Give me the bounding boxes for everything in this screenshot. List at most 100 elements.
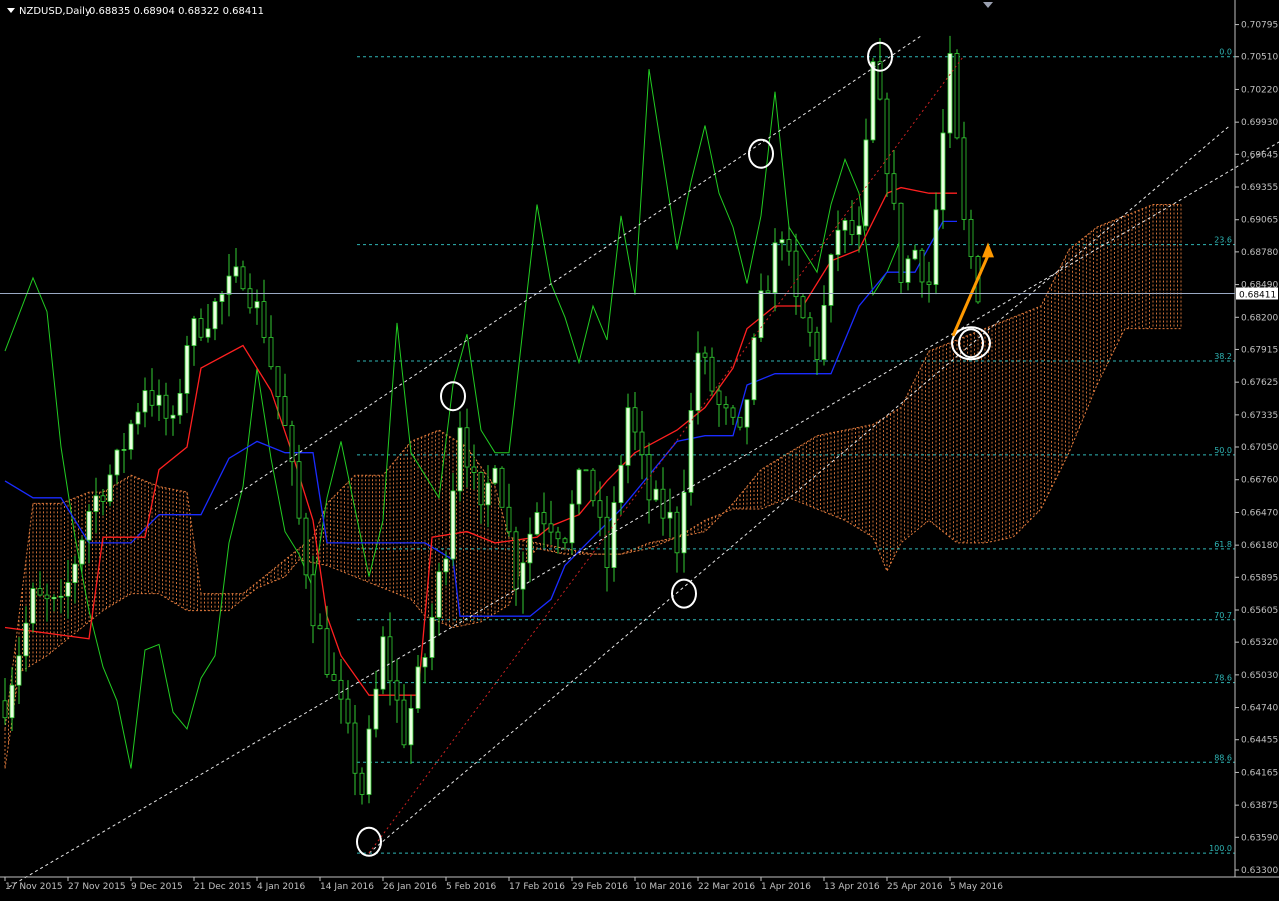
candle-body [667, 511, 673, 519]
candle-body [513, 531, 519, 590]
candle-body [65, 582, 71, 597]
candle-body [835, 229, 841, 256]
candle-body [359, 772, 365, 795]
candle-body [506, 506, 512, 533]
candle-body [366, 728, 372, 795]
candle-body [205, 328, 211, 338]
x-tick-label: 22 Mar 2016 [698, 882, 755, 892]
candle-body [436, 571, 442, 618]
candle-body [870, 61, 876, 141]
candle-body [324, 628, 330, 675]
x-tick-label: 21 Dec 2015 [194, 882, 252, 892]
candle-body [37, 588, 43, 596]
candle-body [576, 469, 582, 505]
y-tick-label: 0.66470 [1241, 508, 1278, 518]
candle-body [856, 225, 862, 235]
candle-body [793, 250, 799, 298]
candle-body [730, 407, 736, 418]
candle-body [611, 502, 617, 568]
x-tick-label: 5 Feb 2016 [446, 882, 497, 892]
candle-body [940, 132, 946, 211]
candle-body [884, 98, 890, 175]
candle-body [562, 538, 568, 544]
candle-body [58, 595, 64, 598]
fib-level-label: 38.2 [1214, 352, 1232, 361]
candle-body [618, 464, 624, 504]
y-tick-label: 0.64165 [1241, 768, 1278, 778]
candle-body [23, 622, 29, 657]
candle-body [800, 296, 806, 319]
x-tick-label: 29 Feb 2016 [572, 882, 628, 892]
candle-body [408, 708, 414, 746]
candle-body [331, 674, 337, 681]
candle-body [485, 482, 491, 506]
y-tick-label: 0.64455 [1241, 736, 1278, 746]
candle-body [450, 490, 456, 560]
y-tick-label: 0.63300 [1241, 866, 1278, 876]
candle-body [898, 202, 904, 283]
x-tick-label: 14 Jan 2016 [320, 882, 374, 892]
candle-body [464, 427, 470, 468]
candle-body [163, 394, 169, 419]
candle-body [191, 318, 197, 346]
candle-body [912, 249, 918, 260]
candle-body [296, 461, 302, 519]
candle-body [779, 239, 785, 244]
fib-level-label: 0.0 [1219, 48, 1232, 57]
candle-body [16, 655, 22, 686]
candle-body [534, 512, 540, 535]
candle-body [632, 407, 638, 433]
candle-body [247, 288, 253, 309]
candle-body [114, 449, 120, 476]
x-tick-label: 9 Dec 2015 [131, 882, 183, 892]
candle-body [863, 139, 869, 227]
candle-body [261, 301, 267, 338]
candle-body [128, 423, 134, 450]
fib-level-label: 70.7 [1214, 611, 1232, 620]
candle-body [303, 517, 309, 576]
candle-body [86, 511, 92, 541]
candle-body [702, 352, 708, 358]
x-tick-label: 5 May 2016 [950, 882, 1003, 892]
candle-body [219, 294, 225, 302]
y-tick-label: 0.70510 [1241, 53, 1278, 63]
candle-body [401, 699, 407, 746]
candle-body [695, 352, 701, 411]
candle-body [828, 254, 834, 306]
candle-body [44, 594, 50, 600]
candle-body [233, 266, 239, 277]
candle-body [527, 533, 533, 564]
candle-body [338, 679, 344, 700]
candle-body [653, 488, 659, 501]
candle-body [842, 220, 848, 231]
candle-body [226, 275, 232, 295]
candle-body [919, 249, 925, 283]
current-price-label: 0.68411 [1239, 290, 1276, 300]
candle-body [905, 258, 911, 283]
y-tick-label: 0.66180 [1241, 541, 1278, 551]
candle-body [583, 469, 589, 472]
x-tick-label: 4 Jan 2016 [257, 882, 305, 892]
candle-body [30, 588, 36, 624]
x-tick-label: 17 Nov 2015 [5, 882, 63, 892]
candle-body [772, 242, 778, 294]
candle-body [891, 173, 897, 204]
price-chart[interactable]: 0.0 23.6 38.2 50.0 61.8 70.7 78.6 88.6 100.0 0.7… [0, 0, 1279, 897]
candle-body [877, 61, 883, 100]
fib-level-label: 78.6 [1214, 674, 1232, 683]
y-tick-label: 0.65895 [1241, 573, 1278, 583]
chart-window[interactable]: 0.0 23.6 38.2 50.0 61.8 70.7 78.6 88.6 100.0 0.7… [0, 0, 1279, 897]
candle-body [135, 411, 141, 425]
candle-body [947, 53, 953, 134]
candle-body [310, 574, 316, 627]
candle-body [289, 425, 295, 463]
candle-body [555, 531, 561, 540]
candle-body [569, 503, 575, 544]
candle-body [345, 698, 351, 724]
candle-body [142, 390, 148, 413]
y-tick-label: 0.68780 [1241, 248, 1278, 258]
candle-body [849, 220, 855, 235]
candle-body [121, 449, 127, 451]
candle-body [394, 680, 400, 701]
candle-body [744, 399, 750, 428]
